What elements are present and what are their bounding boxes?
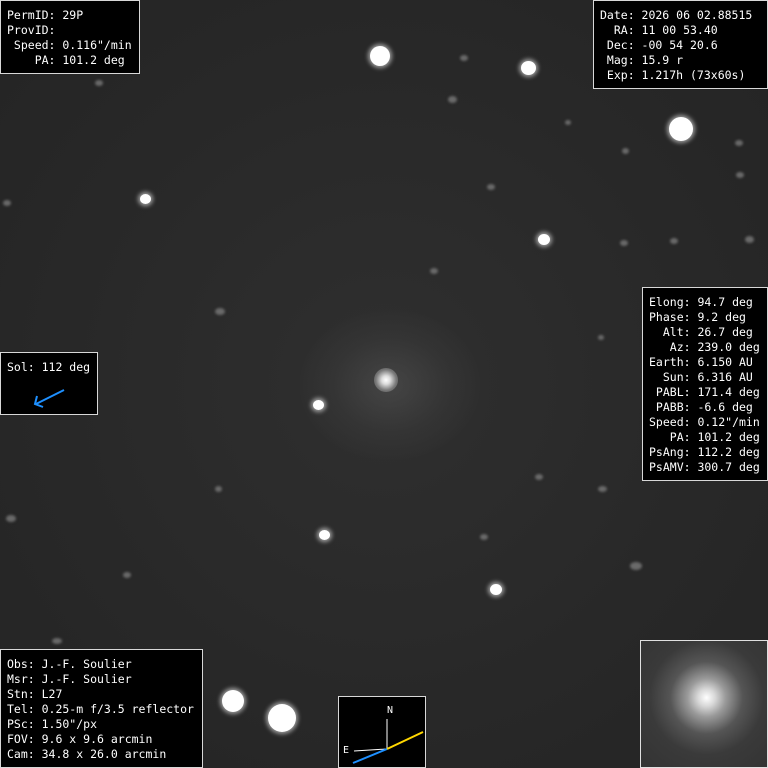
bright-star (521, 61, 536, 75)
sun-arrow-icon (33, 389, 65, 408)
field-of-view: FOV: 9.6 x 9.6 arcmin (7, 732, 153, 746)
prov-id: ProvID: (7, 23, 56, 37)
faint-star (3, 200, 11, 206)
camera: Cam: 34.8 x 26.0 arcmin (7, 747, 167, 761)
comet-image: PermID: 29P ProvID: Speed: 0.116"/min PA… (0, 0, 768, 768)
ps-angle: PsAng: 112.2 deg (649, 445, 760, 459)
faint-star (215, 308, 225, 315)
faint-star (736, 172, 744, 178)
altitude: Alt: 26.7 deg (649, 325, 753, 339)
faint-star (460, 55, 468, 61)
pabb: PABB: -6.6 deg (649, 400, 753, 414)
faint-star (487, 184, 495, 190)
pabl: PABL: 171.4 deg (649, 385, 760, 399)
earth-distance: Earth: 6.150 AU (649, 355, 753, 369)
bright-star (490, 584, 502, 595)
bright-star (268, 704, 296, 732)
magnitude: Mag: 15.9 r (600, 53, 684, 67)
faint-star (622, 148, 629, 154)
bright-star (538, 234, 550, 245)
observer-info-panel: Obs: J.-F. Soulier Msr: J.-F. Soulier St… (0, 649, 203, 768)
azimuth: Az: 239.0 deg (649, 340, 760, 354)
faint-star (430, 268, 438, 274)
bright-star (669, 117, 693, 141)
telescope: Tel: 0.25-m f/3.5 reflector (7, 702, 194, 716)
faint-star (598, 486, 607, 492)
object-info-panel: PermID: 29P ProvID: Speed: 0.116"/min PA… (0, 0, 140, 74)
station: Stn: L27 (7, 687, 63, 701)
observer: Obs: J.-F. Soulier (7, 657, 132, 671)
elongation: Elong: 94.7 deg (649, 295, 753, 309)
ps-amv: PsAMV: 300.7 deg (649, 460, 760, 474)
right-ascension: RA: 11 00 53.40 (600, 23, 718, 37)
bright-star (313, 400, 324, 410)
pixel-scale: PSc: 1.50"/px (7, 717, 98, 731)
faint-star (598, 335, 604, 340)
faint-star (95, 80, 103, 86)
speed-2: Speed: 0.12"/min (649, 415, 760, 429)
compass-panel: N E (338, 696, 426, 768)
faint-star (745, 236, 754, 243)
bright-star (222, 690, 244, 712)
phase: Phase: 9.2 deg (649, 310, 746, 324)
faint-star (52, 638, 62, 644)
faint-star (535, 474, 543, 480)
faint-star (620, 240, 628, 246)
sol-label: Sol: 112 deg (7, 360, 91, 374)
faint-star (670, 238, 678, 244)
faint-star (630, 562, 642, 570)
position-angle-2: PA: 101.2 deg (649, 430, 760, 444)
observation-info-panel: Date: 2026 06 02.88515 RA: 11 00 53.40 D… (593, 0, 768, 89)
faint-star (448, 96, 457, 103)
faint-star (215, 486, 222, 492)
bright-star (319, 530, 330, 540)
comet-zoom-inset (640, 640, 768, 768)
perm-id: PermID: 29P (7, 8, 84, 22)
faint-star (480, 534, 488, 540)
sun-distance: Sun: 6.316 AU (649, 370, 753, 384)
exposure: Exp: 1.217h (73x60s) (600, 68, 746, 82)
geometry-info-panel: Elong: 94.7 deg Phase: 9.2 deg Alt: 26.7… (642, 287, 768, 481)
sun-direction-panel: Sol: 112 deg (0, 352, 98, 415)
bright-star (140, 194, 151, 204)
compass-icon (352, 719, 424, 764)
faint-star (735, 140, 743, 146)
speed: Speed: 0.116"/min (7, 38, 132, 52)
faint-star (565, 120, 571, 125)
position-angle: PA: 101.2 deg (7, 53, 125, 67)
comet-nucleus (374, 368, 398, 392)
declination: Dec: -00 54 20.6 (600, 38, 718, 52)
bright-star (370, 46, 390, 66)
measurer: Msr: J.-F. Soulier (7, 672, 132, 686)
faint-star (123, 572, 131, 578)
obs-date: Date: 2026 06 02.88515 (600, 8, 753, 22)
faint-star (6, 515, 16, 522)
